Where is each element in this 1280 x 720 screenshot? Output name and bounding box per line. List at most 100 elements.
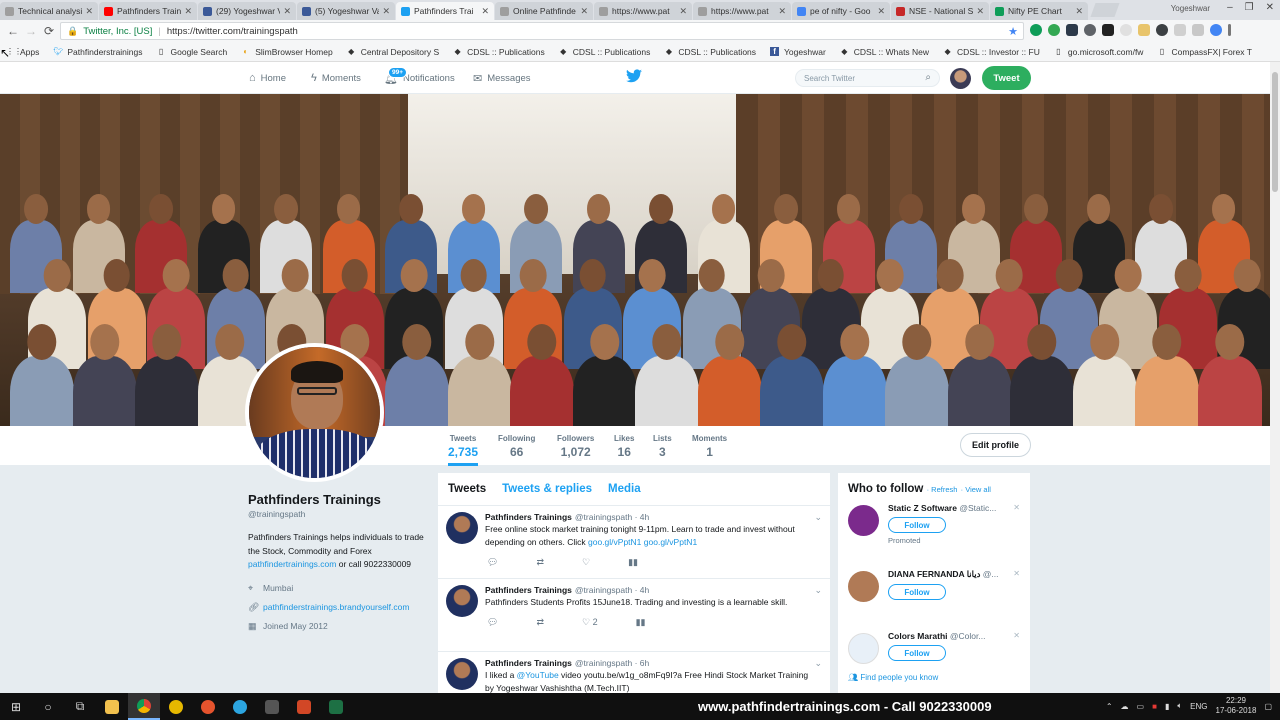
menu-kebab-icon[interactable] (1228, 24, 1231, 36)
calculator-icon[interactable] (256, 693, 288, 720)
forward-arrow-icon[interactable]: → (22, 24, 40, 38)
nav-home[interactable]: ⌂ Home (249, 72, 286, 84)
retweet-icon[interactable]: ⇄ (536, 557, 544, 568)
bookmark-item[interactable]: ◆ Central Depository S (347, 47, 439, 57)
excel-icon[interactable] (320, 693, 352, 720)
dark-extension-icon[interactable] (1156, 24, 1168, 36)
tab-close-icon[interactable]: ✕ (778, 6, 786, 17)
retweet-icon[interactable]: ⇄ (536, 617, 544, 628)
analytics-icon[interactable]: ▮▮ (628, 557, 638, 568)
tab-tweets[interactable]: Tweets (448, 483, 486, 495)
browser-tab[interactable]: Nifty PE Chart ✕ (990, 2, 1088, 20)
stat-followers[interactable]: Followers 1,072 (557, 434, 594, 459)
bookmark-item[interactable]: ◆ CDSL :: Publications (559, 47, 650, 57)
profile-handle[interactable]: @trainingspath (248, 509, 428, 519)
tweet-avatar[interactable] (446, 585, 478, 617)
search-icon[interactable]: ⌕ (925, 72, 931, 83)
task-view-icon[interactable]: ⧉ (64, 693, 96, 720)
browser-tab[interactable]: Technical analysis ✕ (0, 2, 98, 20)
volume-icon[interactable]: 🔈︎ (1177, 701, 1182, 711)
tab-close-icon[interactable]: ✕ (184, 6, 192, 17)
telegram-icon[interactable] (224, 693, 256, 720)
tweet-handle[interactable]: @trainingspath (575, 585, 632, 595)
close-window-button[interactable]: ✕ (1266, 2, 1274, 13)
stat-likes[interactable]: Likes 16 (614, 434, 634, 459)
profile-name[interactable]: Pathfinders Trainings (248, 492, 428, 507)
suggested-account-avatar[interactable] (848, 633, 879, 664)
tab-media[interactable]: Media (608, 483, 641, 495)
tweet-time[interactable]: · 6h (635, 658, 650, 668)
suggested-account-name[interactable]: Colors Marathi @Color... (888, 631, 1020, 641)
browser-tab[interactable]: https://www.pat ✕ (693, 2, 791, 20)
page-scrollbar[interactable] (1270, 62, 1280, 693)
antivirus-icon[interactable]: ■ (1152, 702, 1157, 711)
bookmark-item[interactable]: ▯ go.microsoft.com/fw (1054, 47, 1143, 57)
dismiss-icon[interactable]: ✕ (1013, 503, 1020, 512)
suggested-account[interactable]: DIANA FERNANDA دیانا @... ✕ Follow (848, 569, 1020, 623)
dismiss-icon[interactable]: ✕ (1013, 631, 1020, 640)
profile-avatar[interactable] (245, 343, 384, 482)
tweet-time[interactable]: · 4h (635, 585, 650, 595)
suggested-account-avatar[interactable] (848, 505, 879, 536)
browser-tab[interactable]: https://www.pat ✕ (594, 2, 692, 20)
battery-icon[interactable]: ▮ (1165, 702, 1169, 711)
follow-button[interactable]: Follow (888, 645, 946, 661)
windows-start-icon[interactable]: ⊞ (0, 693, 32, 720)
suggested-account[interactable]: Static Z Software @Static... ✕ Follow Promo… (848, 503, 1020, 561)
browser-profile-name[interactable]: Yogeshwar (1171, 4, 1210, 13)
puzzle-extension-icon[interactable] (1066, 24, 1078, 36)
stat-tweets[interactable]: Tweets 2,735 (448, 434, 479, 466)
clock[interactable]: 22:29 17-06-2018 (1216, 696, 1257, 716)
nav-messages[interactable]: ✉ Messages (473, 72, 531, 85)
extension-icon[interactable] (1192, 24, 1204, 36)
suggested-account-name[interactable]: DIANA FERNANDA دیانا @... (888, 569, 1020, 580)
browser-tab[interactable]: NSE - National S ✕ (891, 2, 989, 20)
dismiss-icon[interactable]: ✕ (1013, 569, 1020, 578)
browser-tab[interactable]: pe of nifty - Goo ✕ (792, 2, 890, 20)
tab-close-icon[interactable]: ✕ (679, 6, 687, 17)
powerpoint-icon[interactable] (288, 693, 320, 720)
tweet-author[interactable]: Pathfinders Trainings (485, 585, 572, 595)
yellow-extension-icon[interactable] (1138, 24, 1150, 36)
tweet-author[interactable]: Pathfinders Trainings (485, 512, 572, 522)
tab-close-icon[interactable]: ✕ (976, 6, 984, 17)
tweet[interactable]: Pathfinders Trainings @trainingspath · 4h… (438, 506, 830, 579)
grammarly-extension-icon[interactable] (1030, 24, 1042, 36)
reply-icon[interactable]: 💬︎ (487, 617, 498, 628)
check-extension-icon[interactable] (1048, 24, 1060, 36)
tweet-link[interactable]: @YouTube (517, 670, 559, 680)
stat-lists[interactable]: Lists 3 (653, 434, 672, 459)
search-twitter-input[interactable]: Search Twitter ⌕ (795, 69, 940, 87)
view-all-link[interactable]: · View all (961, 485, 991, 494)
chevron-down-icon[interactable]: ⌄ (814, 658, 822, 669)
tray-chevron-icon[interactable]: ⌃ (1106, 702, 1113, 711)
like-button[interactable]: ♡ 2 (582, 617, 598, 628)
follow-button[interactable]: Follow (888, 517, 946, 533)
cloud-icon[interactable]: ☁ (1121, 702, 1129, 711)
url-text[interactable]: https://twitter.com/trainingspath (167, 26, 298, 37)
address-bar[interactable]: 🔒 Twitter, Inc. [US] | https://twitter.c… (60, 22, 1024, 40)
find-people-link[interactable]: 👥︎ Find people you know (848, 673, 938, 682)
like-button[interactable]: ♡ (582, 557, 590, 568)
profile-header-photo[interactable] (0, 94, 1270, 426)
network-icon[interactable]: ▭ (1137, 702, 1145, 711)
browser-tab[interactable]: (29) Yogeshwar V ✕ (198, 2, 296, 20)
bookmark-item[interactable]: ◐ SlimBrowser Homep (241, 47, 332, 57)
chevron-down-icon[interactable]: ⌄ (814, 512, 822, 523)
new-tab-button[interactable] (1090, 3, 1120, 17)
cast-extension-icon[interactable] (1174, 24, 1186, 36)
bookmark-star-icon[interactable]: ★ (1008, 25, 1018, 38)
chrome-sync-icon[interactable] (1210, 24, 1222, 36)
tweet-avatar[interactable] (446, 658, 478, 690)
browser-tab[interactable]: Pathfinders Train ✕ (99, 2, 197, 20)
nav-moments[interactable]: ϟ Moments (311, 72, 361, 84)
notification-center-icon[interactable]: ▢ (1264, 702, 1272, 711)
tab-close-icon[interactable]: ✕ (85, 6, 93, 17)
website-link[interactable]: pathfinderstrainings.brandyourself.com (263, 602, 409, 612)
tweet-handle[interactable]: @trainingspath (575, 658, 632, 668)
browser-tab[interactable]: (5) Yogeshwar Va ✕ (297, 2, 395, 20)
chrome-icon[interactable] (128, 693, 160, 720)
tweet-link[interactable]: goo.gl/vPptN1 goo.gl/vPptN1 (588, 537, 697, 547)
bookmark-item[interactable]: ◆ CDSL :: Whats New (840, 47, 929, 57)
circle-extension-icon[interactable] (1084, 24, 1096, 36)
